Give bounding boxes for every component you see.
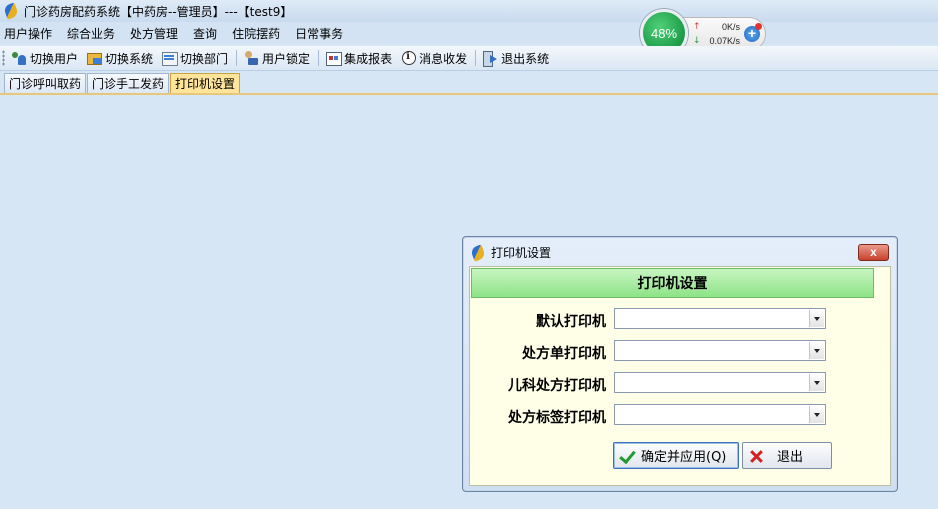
toolbar-separator (236, 50, 238, 66)
toolbar-separator (318, 50, 320, 66)
window-title: 门诊药房配药系统【中药房--管理员】---【test9】 (24, 4, 293, 19)
lock-user-button[interactable]: 用户锁定 (243, 50, 310, 67)
dialog-title: 打印机设置 (491, 246, 552, 260)
close-icon: x (870, 245, 877, 259)
switch-system-icon (86, 50, 103, 66)
menu-bar: 用户操作 综合业务 处方管理 查询 住院摆药 日常事务 (0, 22, 938, 44)
reports-label: 集成报表 (344, 51, 393, 66)
user-lock-icon (243, 50, 259, 66)
info-icon (400, 50, 417, 66)
form-row-label-printer: 处方标签打印机 (470, 404, 892, 428)
exit-icon (482, 50, 498, 67)
dialog-title-bar: 打印机设置 (471, 244, 551, 261)
title-bar: 门诊药房配药系统【中药房--管理员】---【test9】 (0, 0, 938, 22)
switch-dept-button[interactable]: 切换部门 (161, 50, 228, 67)
chevron-down-icon[interactable] (809, 406, 824, 423)
label-printer-label: 处方标签打印机 (508, 410, 606, 426)
pediatric-printer-label: 儿科处方打印机 (508, 378, 606, 394)
confirm-apply-button[interactable]: 确定并应用(Q) (613, 442, 739, 469)
close-button[interactable]: x (858, 244, 889, 261)
dialog-body: 打印机设置 默认打印机 处方单打印机 儿科处方打印机 处方标签打印机 确定并应用… (469, 266, 891, 486)
department-icon (161, 50, 179, 66)
toolbar: 切换用户 切换系统 切换部门 用户锁定 集成报表 消息收发 退出系统 (0, 46, 938, 71)
prescription-printer-label: 处方单打印机 (522, 346, 606, 362)
exit-system-label: 退出系统 (501, 51, 550, 66)
chevron-down-icon[interactable] (809, 374, 824, 391)
form-row-pediatric-printer: 儿科处方打印机 (470, 372, 892, 396)
network-usage-percent: 48% (650, 25, 678, 41)
menu-prescription-management[interactable]: 处方管理 (130, 25, 178, 42)
switch-system-label: 切换系统 (105, 51, 154, 66)
exit-system-button[interactable]: 退出系统 (482, 50, 549, 67)
menu-general-business[interactable]: 综合业务 (67, 25, 115, 42)
pediatric-printer-select[interactable] (614, 372, 826, 393)
prescription-printer-select[interactable] (614, 340, 826, 361)
report-icon (325, 50, 343, 66)
upload-speed: 0K/s (721, 22, 740, 32)
menu-user-operations[interactable]: 用户操作 (4, 25, 52, 42)
dialog-header: 打印机设置 (471, 268, 874, 298)
switch-user-label: 切换用户 (30, 51, 79, 66)
default-printer-select[interactable] (614, 308, 826, 329)
menu-query[interactable]: 查询 (193, 25, 217, 42)
tab-bar: 门诊呼叫取药 门诊手工发药 打印机设置 (0, 73, 938, 95)
switch-dept-label: 切换部门 (180, 51, 229, 66)
app-logo-icon (4, 4, 18, 18)
check-icon (620, 449, 636, 463)
form-row-prescription-printer: 处方单打印机 (470, 340, 892, 364)
messages-label: 消息收发 (419, 51, 468, 66)
reports-button[interactable]: 集成报表 (325, 50, 392, 67)
form-row-default-printer: 默认打印机 (470, 308, 892, 332)
download-speed: 0.07K/s (709, 36, 740, 46)
messages-button[interactable]: 消息收发 (400, 50, 467, 67)
toolbar-grip[interactable] (2, 50, 5, 66)
confirm-apply-label: 确定并应用(Q) (641, 450, 727, 465)
chevron-down-icon[interactable] (809, 342, 824, 359)
default-printer-label: 默认打印机 (536, 314, 606, 330)
tab-outpatient-manual[interactable]: 门诊手工发药 (87, 73, 170, 93)
app-logo-icon (471, 246, 485, 260)
exit-button[interactable]: 退出 (742, 442, 832, 469)
menu-inpatient-dispensing[interactable]: 住院摆药 (232, 25, 280, 42)
tab-outpatient-call[interactable]: 门诊呼叫取药 (4, 73, 87, 93)
lock-user-label: 用户锁定 (262, 51, 311, 66)
notification-dot (755, 23, 762, 30)
exit-label: 退出 (777, 450, 804, 465)
tab-printer-settings[interactable]: 打印机设置 (170, 73, 241, 93)
label-printer-select[interactable] (614, 404, 826, 425)
switch-user-button[interactable]: 切换用户 (11, 50, 78, 67)
users-icon (11, 50, 27, 66)
close-icon (749, 449, 763, 463)
toolbar-separator (475, 50, 477, 66)
chevron-down-icon[interactable] (809, 310, 824, 327)
menu-daily-affairs[interactable]: 日常事务 (295, 25, 343, 42)
switch-system-button[interactable]: 切换系统 (86, 50, 153, 67)
printer-settings-dialog: 打印机设置 x 打印机设置 默认打印机 处方单打印机 儿科处方打印机 处方标签打… (462, 236, 898, 492)
